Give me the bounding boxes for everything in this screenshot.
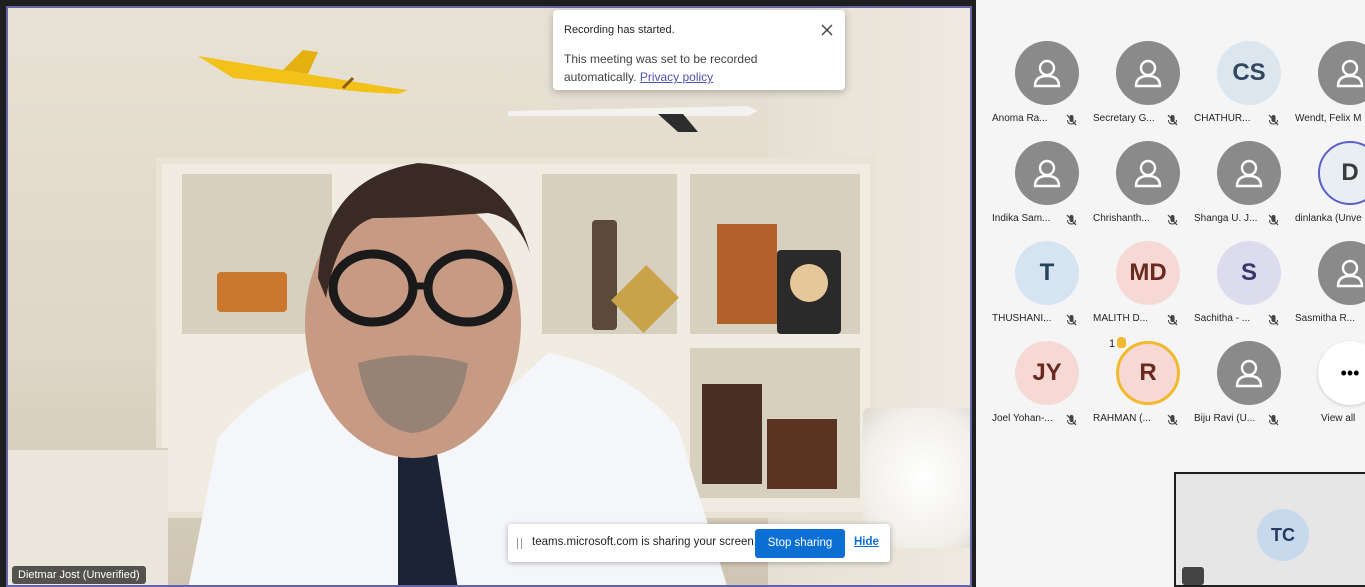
- participant-tile[interactable]: CS CHATHUR...: [1190, 33, 1291, 133]
- main-video-stage: Dietmar Jost (Unverified) Recording has …: [0, 0, 976, 587]
- muted-mic-icon: [1167, 313, 1178, 326]
- participant-name: Biju Ravi (U...: [1194, 413, 1256, 424]
- muted-mic-icon: [1066, 313, 1077, 326]
- muted-mic-icon: [1167, 413, 1178, 426]
- participant-tile[interactable]: Secretary G...: [1089, 33, 1190, 133]
- self-view: TC: [1174, 472, 1365, 587]
- person-icon: [1235, 359, 1263, 388]
- participant-avatar: D: [1318, 141, 1365, 205]
- participant-tile[interactable]: Chrishanth...: [1089, 133, 1190, 233]
- participant-name: RAHMAN (...: [1093, 413, 1151, 424]
- participant-avatar: [1116, 141, 1180, 205]
- participant-tile[interactable]: JY Joel Yohan-...: [988, 333, 1089, 433]
- participant-name: THUSHANI...: [992, 313, 1052, 324]
- person-icon: [1336, 59, 1364, 88]
- participant-avatar: CS: [1217, 41, 1281, 105]
- participant-avatar: R: [1116, 341, 1180, 405]
- participant-avatar: JY: [1015, 341, 1079, 405]
- participant-avatar: [1217, 341, 1281, 405]
- participant-avatar: S: [1217, 241, 1281, 305]
- person-icon: [1033, 59, 1061, 88]
- drag-handle[interactable]: [517, 538, 522, 549]
- self-avatar: TC: [1257, 509, 1309, 561]
- participant-name: MALITH D...: [1093, 313, 1149, 324]
- participant-avatar: [1015, 41, 1079, 105]
- muted-mic-icon: [1268, 313, 1279, 326]
- muted-mic-icon: [1268, 213, 1279, 226]
- participant-name: Anoma Ra...: [992, 113, 1048, 124]
- participant-tile[interactable]: Anoma Ra...: [988, 33, 1089, 133]
- participant-tile[interactable]: Shanga U. J...: [1190, 133, 1291, 233]
- participant-name: Sachitha - ...: [1194, 313, 1251, 324]
- view-all-tile[interactable]: ••• View all: [1291, 333, 1365, 433]
- recording-toast: Recording has started. This meeting was …: [553, 10, 845, 90]
- participant-tile[interactable]: Wendt, Felix M: [1291, 33, 1365, 133]
- window-toggle-icon[interactable]: [1182, 567, 1204, 585]
- participant-name: Wendt, Felix M: [1295, 113, 1362, 124]
- participant-name: Joel Yohan-...: [992, 413, 1053, 424]
- muted-mic-icon: [1066, 213, 1077, 226]
- participant-name: Sasmitha R...: [1295, 313, 1356, 324]
- participant-tile[interactable]: Biju Ravi (U...: [1190, 333, 1291, 433]
- participant-name: Shanga U. J...: [1194, 213, 1258, 224]
- person-icon: [1235, 159, 1263, 188]
- privacy-policy-link[interactable]: Privacy policy: [640, 70, 713, 84]
- participant-name: dinlanka (Unve: [1295, 213, 1362, 224]
- dhl-plane-model: [198, 50, 408, 94]
- person-icon: [1134, 59, 1162, 88]
- hide-sharing-bar-button[interactable]: Hide: [854, 536, 879, 548]
- participant-name: Secretary G...: [1093, 113, 1155, 124]
- muted-mic-icon: [1268, 113, 1279, 126]
- participant-tile[interactable]: T THUSHANI...: [988, 233, 1089, 333]
- participant-tile[interactable]: Ddinlanka (Unve: [1291, 133, 1365, 233]
- close-icon[interactable]: [819, 22, 835, 38]
- more-options-icon[interactable]: •••: [1318, 341, 1365, 405]
- muted-mic-icon: [1167, 113, 1178, 126]
- sharing-message: teams.microsoft.com is sharing your scre…: [532, 536, 757, 548]
- participant-avatar: [1318, 41, 1365, 105]
- participant-tile[interactable]: S Sachitha - ...: [1190, 233, 1291, 333]
- participant-avatar: [1015, 141, 1079, 205]
- participant-avatar: T: [1015, 241, 1079, 305]
- participant-avatar: [1318, 241, 1365, 305]
- muted-mic-icon: [1268, 413, 1279, 426]
- speaker-video: [6, 6, 972, 587]
- toast-title: Recording has started.: [564, 24, 675, 36]
- speaker-person: [188, 163, 727, 585]
- stop-sharing-button[interactable]: Stop sharing: [755, 529, 845, 558]
- muted-mic-icon: [1066, 413, 1077, 426]
- participant-avatar: [1116, 41, 1180, 105]
- participant-tile[interactable]: MD MALITH D...: [1089, 233, 1190, 333]
- muted-mic-icon: [1066, 113, 1077, 126]
- participant-tile[interactable]: Sasmitha R...: [1291, 233, 1365, 333]
- participant-avatar: MD: [1116, 241, 1180, 305]
- participant-name: Indika Sam...: [992, 213, 1051, 224]
- view-all-label[interactable]: View all: [1321, 413, 1365, 424]
- screen-sharing-bar: teams.microsoft.com is sharing your scre…: [508, 524, 890, 562]
- participant-name: CHATHUR...: [1194, 113, 1251, 124]
- raised-hand-icon: 1: [1109, 337, 1127, 350]
- participant-name: Chrishanth...: [1093, 213, 1150, 224]
- participant-avatar: [1217, 141, 1281, 205]
- speaker-name-tag: Dietmar Jost (Unverified): [12, 566, 146, 584]
- participant-tile[interactable]: Indika Sam...: [988, 133, 1089, 233]
- person-icon: [1336, 259, 1364, 288]
- person-icon: [1033, 159, 1061, 188]
- person-icon: [1134, 159, 1162, 188]
- toast-body: This meeting was set to be recorded auto…: [564, 50, 804, 86]
- participant-tile[interactable]: R 1 RAHMAN (...: [1089, 333, 1190, 433]
- muted-mic-icon: [1167, 213, 1178, 226]
